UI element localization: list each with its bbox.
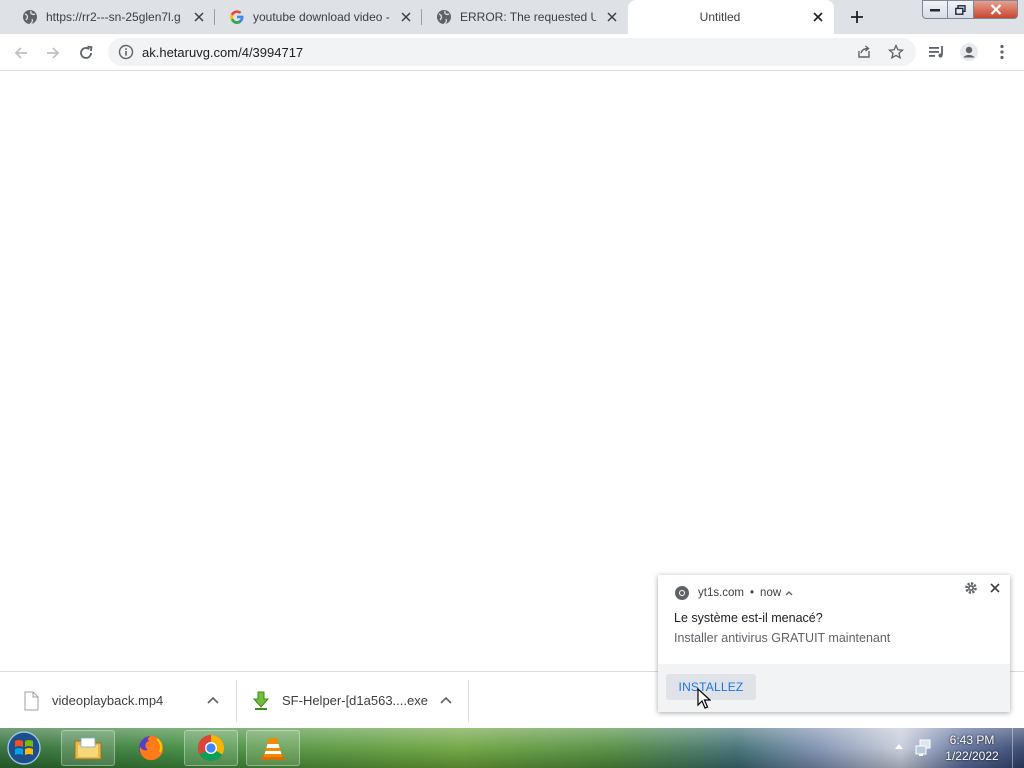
tab-2-close-icon[interactable] <box>398 9 414 25</box>
download-separator <box>468 680 469 722</box>
tab-1-title: https://rr2---sn-25glen7l.g <box>46 10 181 24</box>
vlc-icon <box>261 738 285 760</box>
tab-2[interactable]: youtube download video - <box>215 0 422 34</box>
more-vertical-icon <box>1000 44 1004 60</box>
tab-1[interactable]: https://rr2---sn-25glen7l.g <box>8 0 215 34</box>
chevron-up-icon[interactable] <box>784 588 794 598</box>
tab-1-close-icon[interactable] <box>191 9 207 25</box>
profile-button[interactable] <box>959 42 979 62</box>
tab-3[interactable]: ERROR: The requested URL <box>422 0 628 34</box>
tab-2-title: youtube download video - <box>253 10 390 24</box>
system-tray: 6:43 PM 1/22/2022 <box>890 728 1024 768</box>
new-tab-button[interactable] <box>846 6 868 28</box>
media-queue-icon <box>929 46 943 58</box>
clock-time: 6:43 PM <box>949 733 995 747</box>
info-icon[interactable] <box>118 44 134 60</box>
reload-button[interactable] <box>74 41 98 65</box>
firefox-icon <box>139 736 164 761</box>
minimize-icon <box>930 8 940 11</box>
tray-expand-icon[interactable] <box>894 742 904 752</box>
download-item-1[interactable]: videoplayback.mp4 <box>22 672 236 729</box>
taskbar-firefox[interactable] <box>124 730 178 766</box>
tab-4-active[interactable]: Untitled <box>628 0 834 34</box>
google-icon <box>230 10 244 24</box>
explorer-icon <box>74 737 102 760</box>
chrome-icon <box>197 734 225 762</box>
file-icon <box>24 691 39 710</box>
plus-icon <box>851 11 863 23</box>
separator-dot: • <box>750 587 755 599</box>
close-icon <box>990 4 1001 15</box>
clock[interactable]: 6:43 PM 1/22/2022 <box>940 732 1004 764</box>
tab-4-title: Untitled <box>699 10 741 24</box>
reload-icon <box>80 45 93 59</box>
tab-strip: https://rr2---sn-25glen7l.g youtube down… <box>0 0 1024 34</box>
address-text[interactable]: ak.hetaruvg.com/4/3994717 <box>142 45 303 60</box>
download-item-1-name: videoplayback.mp4 <box>52 693 164 708</box>
minimize-button[interactable] <box>922 0 948 19</box>
mouse-cursor-icon <box>697 688 711 709</box>
tab-4-close-icon[interactable] <box>810 9 826 25</box>
download-item-2[interactable]: SF-Helper-[d1a563....exe <box>252 672 468 729</box>
install-button[interactable]: INSTALLEZ <box>666 674 756 700</box>
chrome-small-icon <box>675 586 689 600</box>
forward-button[interactable] <box>41 41 65 65</box>
download-separator <box>236 680 237 722</box>
notification-header: yt1s.com • now <box>674 584 794 602</box>
share-icon[interactable] <box>856 44 872 60</box>
taskbar-explorer[interactable] <box>61 730 115 766</box>
notification-source: yt1s.com <box>698 587 745 599</box>
restore-icon <box>955 4 966 15</box>
window-close-button[interactable] <box>974 0 1018 19</box>
chevron-up-icon[interactable] <box>205 692 221 708</box>
browser-toolbar: ak.hetaruvg.com/4/3994717 <box>0 34 1024 71</box>
network-icon[interactable] <box>914 739 932 757</box>
gear-icon[interactable] <box>964 581 978 595</box>
profile-avatar-icon <box>960 43 978 61</box>
reading-list-button[interactable] <box>927 42 947 62</box>
menu-button[interactable] <box>992 42 1012 62</box>
back-arrow-icon <box>14 47 27 59</box>
bookmark-star-icon[interactable] <box>888 44 904 60</box>
chevron-up-icon[interactable] <box>438 692 454 708</box>
globe-icon <box>437 10 451 25</box>
taskbar-chrome[interactable] <box>184 730 238 766</box>
notification-body: Installer antivirus GRATUIT maintenant <box>674 631 891 645</box>
download-item-2-name: SF-Helper-[d1a563....exe <box>282 693 428 708</box>
start-button[interactable] <box>4 730 44 766</box>
globe-icon <box>23 10 37 25</box>
screen: https://rr2---sn-25glen7l.g youtube down… <box>0 0 1024 768</box>
download-arrow-icon <box>252 691 270 710</box>
tab-3-title: ERROR: The requested URL <box>460 10 596 24</box>
restore-button[interactable] <box>948 0 974 19</box>
address-bar[interactable]: ak.hetaruvg.com/4/3994717 <box>108 38 916 66</box>
taskbar-vlc[interactable] <box>246 730 300 766</box>
notification-title: Le système est-il menacé? <box>674 611 823 625</box>
forward-arrow-icon <box>47 47 60 59</box>
back-button[interactable] <box>9 41 33 65</box>
clock-date: 1/22/2022 <box>945 749 999 763</box>
tab-3-close-icon[interactable] <box>604 9 620 25</box>
close-icon[interactable] <box>988 581 1002 595</box>
taskbar: 6:43 PM 1/22/2022 <box>0 728 1024 768</box>
notification-time: now <box>760 587 782 599</box>
show-desktop-button[interactable] <box>1012 728 1024 768</box>
